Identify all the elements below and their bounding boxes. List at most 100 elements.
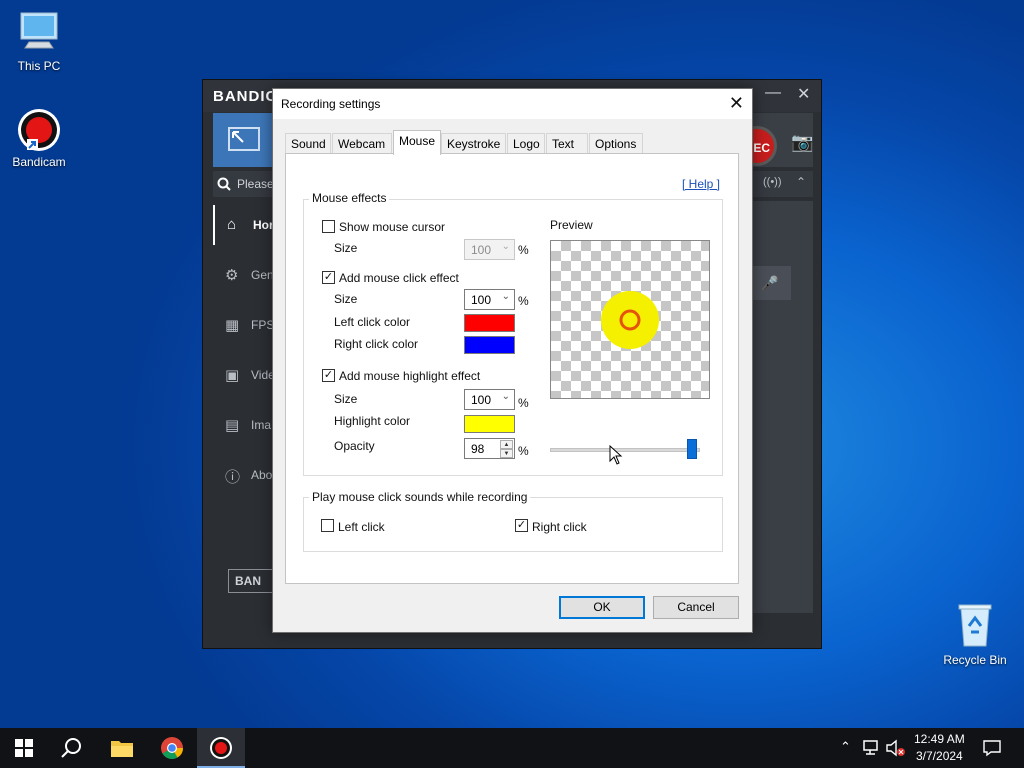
dialog-title: Recording settings (281, 97, 381, 111)
highlight-size-select[interactable]: 100 ⌄ (464, 389, 515, 410)
camera-icon[interactable]: 📷 (791, 132, 813, 153)
sidebar-item-image[interactable]: ▤ Ima (213, 405, 273, 445)
start-icon (15, 739, 33, 757)
opacity-spinner[interactable]: 98 ▲ ▼ (464, 438, 515, 459)
click-size-unit: % (518, 294, 529, 308)
click-size-label: Size (334, 292, 358, 306)
clock-time[interactable]: 12:49 AM (914, 732, 965, 746)
chevron-down-icon: ⌄ (501, 391, 510, 402)
highlight-size-unit: % (518, 396, 529, 410)
tab-options[interactable]: Options (589, 133, 643, 154)
desktop-icon-recycle-bin[interactable]: Recycle Bin (937, 602, 1013, 667)
broadcast-icon[interactable]: ((•)) (763, 176, 782, 188)
bandicam-brand: BANDIC (213, 88, 278, 105)
minimize-icon[interactable]: — (765, 84, 781, 102)
cancel-button[interactable]: Cancel (653, 596, 739, 619)
gear-icon: ⚙ (225, 267, 239, 284)
close-icon[interactable]: ✕ (797, 84, 810, 104)
taskbar-search-button[interactable] (48, 728, 96, 768)
network-icon[interactable] (862, 740, 880, 756)
tab-webcam[interactable]: Webcam (332, 133, 392, 154)
chevron-up-icon[interactable]: ⌃ (796, 175, 806, 189)
right-click-sound-checkbox[interactable]: ✓ (515, 519, 528, 532)
left-click-color-label: Left click color (334, 315, 411, 329)
taskbar-chrome[interactable] (148, 728, 196, 768)
opacity-value: 98 (471, 442, 485, 456)
show-mouse-cursor-label: Show mouse cursor (339, 220, 446, 234)
bandicam-icon (210, 737, 232, 759)
mouse-tab-panel: [ Help ] Mouse effects Show mouse cursor… (285, 153, 739, 584)
taskbar-file-explorer[interactable] (98, 728, 146, 768)
desktop-icon-bandicam[interactable]: Bandicam (1, 108, 77, 169)
screen-mode-button[interactable] (213, 113, 275, 167)
sidebar-item-general[interactable]: ⚙ Gen (213, 255, 274, 295)
ok-button[interactable]: OK (559, 596, 645, 619)
microphone-button[interactable]: 🎤 (749, 266, 791, 300)
tab-logo[interactable]: Logo (507, 133, 545, 154)
recording-settings-dialog: Recording settings ✕ Sound Webcam Mouse … (272, 88, 753, 633)
left-click-sound-checkbox[interactable] (321, 519, 334, 532)
volume-muted-icon[interactable] (886, 739, 906, 757)
mouse-effect-preview (550, 240, 710, 399)
chevron-up-icon[interactable]: ⌃ (840, 739, 851, 755)
sidebar-item-home[interactable]: ⌂ Hor (213, 205, 274, 245)
highlight-color-label: Highlight color (334, 414, 411, 428)
sidebar-item-about[interactable]: ⓘ Abo (213, 455, 273, 495)
spin-down-icon[interactable]: ▼ (500, 449, 513, 458)
click-size-value: 100 (471, 293, 492, 307)
fps-icon: ▦ (225, 317, 240, 334)
bandicam-banner[interactable]: BAN (228, 569, 274, 593)
sidebar-item-label: Hor (253, 218, 274, 232)
cursor-size-label: Size (334, 241, 358, 255)
desktop-icon-label: Bandicam (12, 155, 66, 169)
mouse-highlight-checkbox[interactable]: ✓ (322, 369, 335, 382)
mouse-click-effect-label: Add mouse click effect (339, 271, 459, 285)
tab-text[interactable]: Text (546, 133, 588, 154)
show-mouse-cursor-checkbox[interactable] (322, 220, 335, 233)
notification-icon[interactable] (983, 739, 1001, 757)
desktop-icon-this-pc[interactable]: This PC (1, 10, 77, 73)
tab-keystroke[interactable]: Keystroke (441, 133, 506, 154)
desktop-icon-label: This PC (17, 59, 61, 73)
video-icon: ▣ (225, 367, 240, 384)
close-icon[interactable]: ✕ (729, 93, 744, 113)
right-click-color-label: Right click color (334, 337, 419, 351)
file-explorer-icon (111, 741, 133, 757)
cursor-size-select[interactable]: 100 ⌄ (464, 239, 515, 260)
highlight-color-swatch[interactable] (464, 415, 515, 433)
taskbar-bandicam[interactable] (197, 728, 245, 768)
sidebar-item-video[interactable]: ▣ Vide (213, 355, 275, 395)
tab-mouse[interactable]: Mouse (393, 130, 441, 155)
sidebar-item-label: FPS (251, 318, 275, 332)
mouse-pointer-icon (609, 445, 623, 465)
highlight-size-value: 100 (471, 393, 492, 407)
clock-date[interactable]: 3/7/2024 (916, 749, 963, 763)
image-icon: ▤ (225, 417, 240, 434)
spin-up-icon[interactable]: ▲ (500, 440, 513, 449)
taskbar: ⌃ 12:49 AM 3/7/2024 (0, 728, 1024, 768)
cursor-size-unit: % (518, 243, 529, 257)
help-link[interactable]: [ Help ] (682, 177, 720, 191)
mouse-highlight-label: Add mouse highlight effect (339, 369, 481, 383)
left-click-sound-label: Left click (338, 520, 385, 534)
opacity-label: Opacity (334, 439, 375, 453)
search-icon (61, 738, 81, 758)
right-click-color-swatch[interactable] (464, 336, 515, 354)
right-click-sound-label: Right click (532, 520, 587, 534)
highlight-preview-icon (601, 291, 659, 349)
left-click-color-swatch[interactable] (464, 314, 515, 332)
search-placeholder: Please (237, 177, 274, 191)
sidebar-item-label: Gen (251, 268, 274, 282)
opacity-slider-thumb[interactable] (687, 439, 697, 459)
opacity-slider-track[interactable] (550, 448, 700, 452)
desktop-icon-label: Recycle Bin (943, 653, 1007, 667)
cursor-size-value: 100 (471, 243, 492, 257)
screen-rectangle-icon (228, 127, 260, 151)
dialog-titlebar: Recording settings ✕ (273, 89, 752, 119)
tab-sound[interactable]: Sound (285, 133, 331, 154)
click-size-select[interactable]: 100 ⌄ (464, 289, 515, 310)
sidebar-item-fps[interactable]: ▦ FPS (213, 305, 275, 345)
opacity-unit: % (518, 444, 529, 458)
mouse-click-effect-checkbox[interactable]: ✓ (322, 271, 335, 284)
start-button[interactable] (0, 728, 48, 768)
